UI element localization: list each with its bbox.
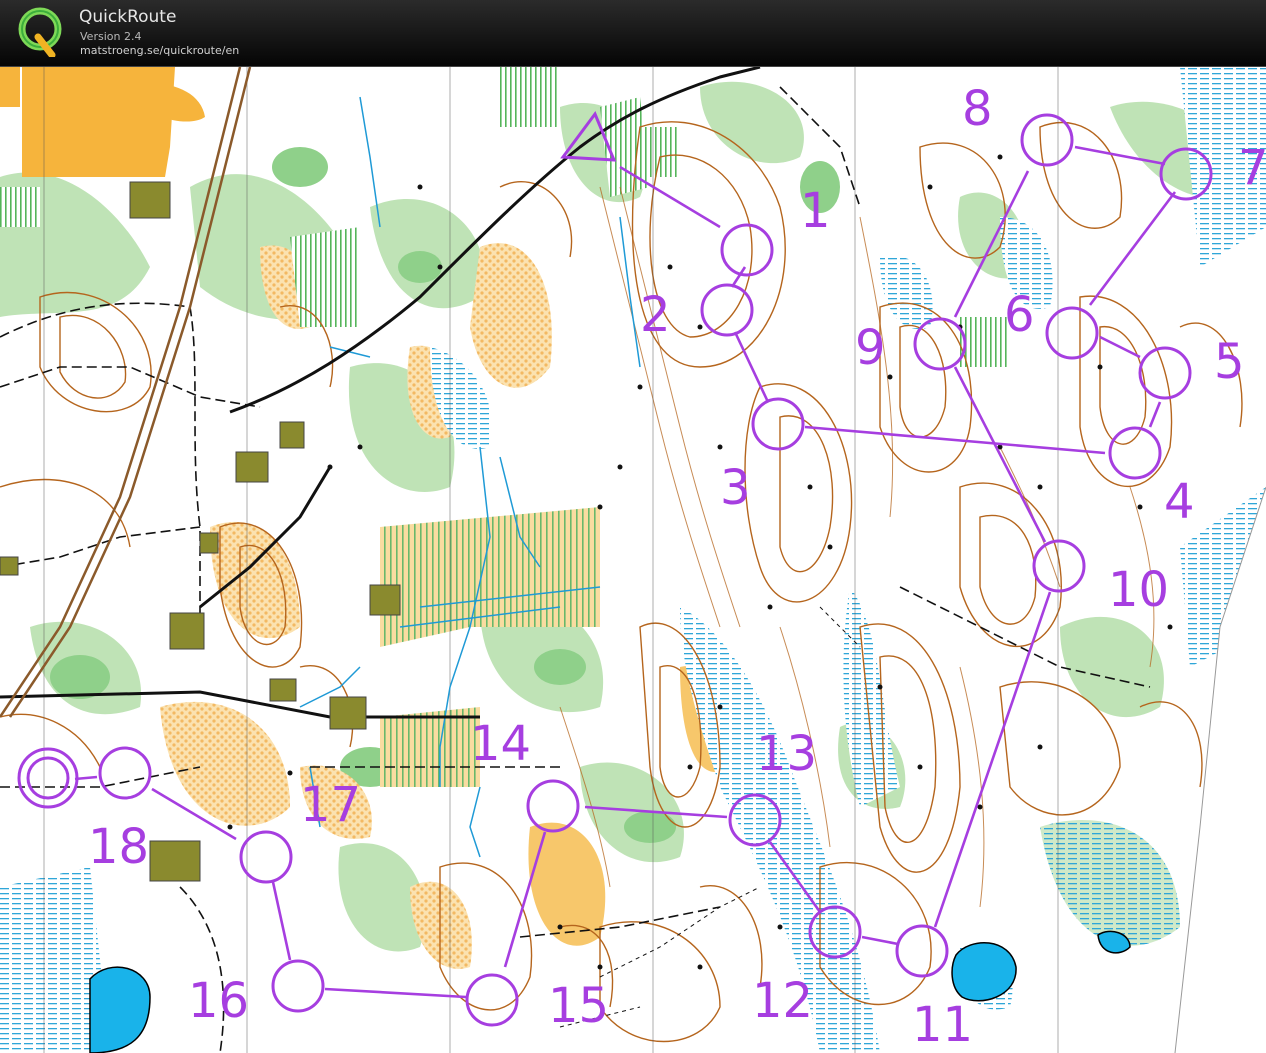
control-number-1: 1 xyxy=(800,183,831,239)
control-number-15: 15 xyxy=(548,978,609,1034)
control-number-12: 12 xyxy=(752,973,813,1029)
app-name: QuickRoute xyxy=(79,7,177,27)
control-number-2: 2 xyxy=(640,287,671,343)
control-number-17: 17 xyxy=(300,777,361,833)
map-canvas: 1 2 3 4 5 6 7 8 9 10 11 12 13 14 15 16 1… xyxy=(0,67,1266,1053)
control-number-14: 14 xyxy=(470,716,531,772)
quickroute-logo-icon xyxy=(18,7,62,57)
control-number-13: 13 xyxy=(756,726,817,782)
control-number-6: 6 xyxy=(1004,287,1035,343)
control-number-5: 5 xyxy=(1214,334,1245,390)
control-number-18: 18 xyxy=(88,819,149,875)
control-number-7: 7 xyxy=(1238,140,1266,196)
app-version: Version 2.4 xyxy=(80,30,142,43)
control-number-10: 10 xyxy=(1108,562,1169,618)
orienteering-map[interactable]: 1 2 3 4 5 6 7 8 9 10 11 12 13 14 15 16 1… xyxy=(0,67,1266,1053)
app-url[interactable]: matstroeng.se/quickroute/en xyxy=(80,44,239,57)
control-number-3: 3 xyxy=(720,460,751,516)
title-bar: QuickRoute Version 2.4 matstroeng.se/qui… xyxy=(0,0,1266,67)
control-number-11: 11 xyxy=(912,997,973,1053)
control-number-8: 8 xyxy=(962,81,993,137)
control-number-9: 9 xyxy=(855,320,886,376)
control-number-4: 4 xyxy=(1164,474,1195,530)
control-number-16: 16 xyxy=(188,973,249,1029)
